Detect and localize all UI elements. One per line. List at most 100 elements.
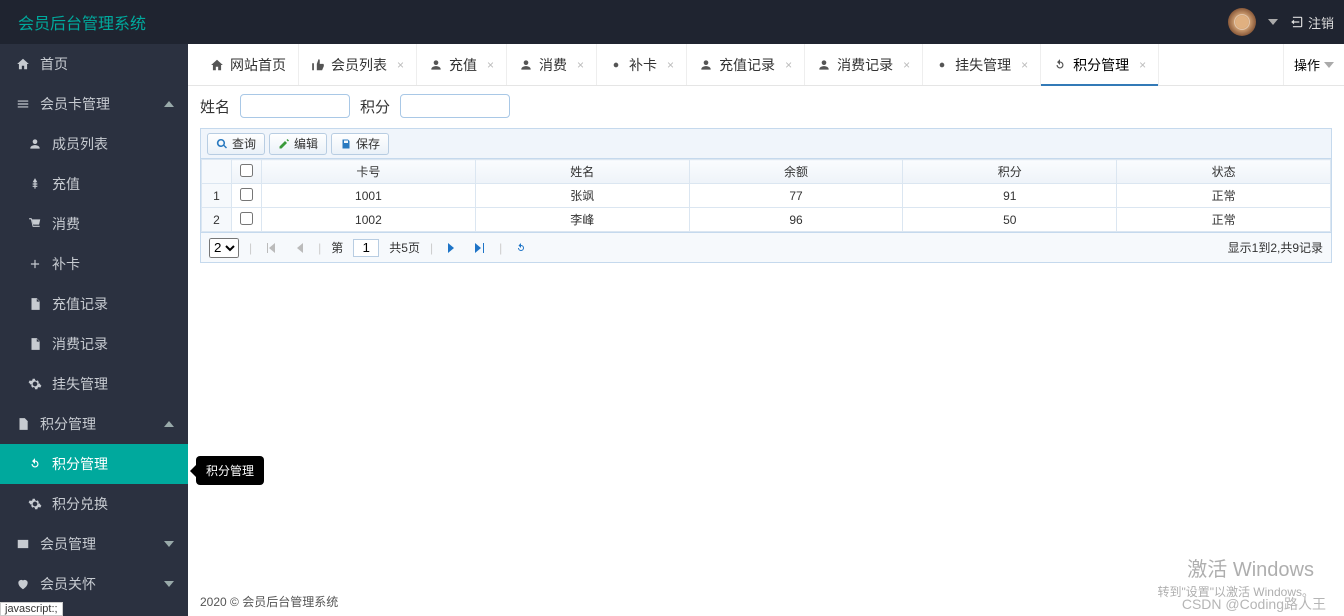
list-icon xyxy=(16,97,30,111)
doc-icon xyxy=(16,417,30,431)
edit-button[interactable]: 编辑 xyxy=(269,133,327,155)
tab-recharge-label: 充值 xyxy=(449,55,477,75)
cell-rownum: 2 xyxy=(202,208,232,232)
logout-button[interactable]: 注销 xyxy=(1290,13,1334,32)
table-row[interactable]: 2 1002 李峰 96 50 正常 xyxy=(202,208,1331,232)
tab-home[interactable]: 网站首页 xyxy=(198,44,299,85)
tab-recharge[interactable]: 充值 × xyxy=(417,44,507,85)
col-status[interactable]: 状态 xyxy=(1117,160,1331,184)
query-label: 查询 xyxy=(232,135,256,152)
sidebar-loss-label: 挂失管理 xyxy=(52,374,108,394)
pager-prev[interactable] xyxy=(290,239,308,257)
pager-refresh[interactable] xyxy=(512,239,530,257)
chevron-down-icon xyxy=(164,541,174,547)
query-button[interactable]: 查询 xyxy=(207,133,265,155)
tab-recharge-log-label: 充值记录 xyxy=(719,55,775,75)
avatar[interactable] xyxy=(1228,8,1256,36)
tab-replace[interactable]: 补卡× xyxy=(597,44,687,85)
tab-members[interactable]: 会员列表× xyxy=(299,44,417,85)
refresh-icon xyxy=(1053,58,1067,72)
sidebar-home[interactable]: 首页 xyxy=(0,44,188,84)
save-button[interactable]: 保存 xyxy=(331,133,389,155)
close-icon[interactable]: × xyxy=(577,58,584,72)
filter-points-input[interactable] xyxy=(400,94,510,118)
sidebar-replace-label: 补卡 xyxy=(52,254,80,274)
close-icon[interactable]: × xyxy=(487,58,494,72)
tab-recharge-log[interactable]: 充值记录 × xyxy=(687,44,805,85)
chevron-down-icon xyxy=(164,581,174,587)
users-icon xyxy=(28,137,42,151)
close-icon[interactable]: × xyxy=(1139,58,1146,72)
sidebar-consume-log-label: 消费记录 xyxy=(52,334,108,354)
gear-icon xyxy=(28,497,42,511)
pager-next[interactable] xyxy=(443,239,461,257)
close-icon[interactable]: × xyxy=(667,58,674,72)
user-icon xyxy=(429,58,443,72)
logout-label: 注销 xyxy=(1308,13,1334,32)
sidebar-points-exchange[interactable]: 积分兑换 xyxy=(0,484,188,524)
sidebar-points-group[interactable]: 积分管理 xyxy=(0,404,188,444)
row-checkbox[interactable] xyxy=(240,188,253,201)
sidebar-card-group[interactable]: 会员卡管理 xyxy=(0,84,188,124)
filter-points-label: 积分 xyxy=(360,96,390,117)
chevron-up-icon xyxy=(164,101,174,107)
col-name[interactable]: 姓名 xyxy=(475,160,689,184)
sidebar-consume[interactable]: 消费 xyxy=(0,204,188,244)
table-row[interactable]: 1 1001 张飒 77 91 正常 xyxy=(202,184,1331,208)
cell-status: 正常 xyxy=(1117,184,1331,208)
table-header-row: 卡号 姓名 余额 积分 状态 xyxy=(202,160,1331,184)
sidebar-members-label: 成员列表 xyxy=(52,134,108,154)
thumb-icon xyxy=(311,58,325,72)
sidebar-points-mgmt[interactable]: 积分管理 xyxy=(0,444,188,484)
sidebar-member-mgmt[interactable]: 会员管理 xyxy=(0,524,188,564)
col-card[interactable]: 卡号 xyxy=(262,160,476,184)
tab-bar: 网站首页 会员列表× 充值 × 消费× 补卡× 充值记录 × 消费记录× 挂失管理 ×… xyxy=(188,44,1344,86)
sidebar-recharge-log[interactable]: 充值记录 xyxy=(0,284,188,324)
caret-down-icon[interactable] xyxy=(1268,19,1278,25)
save-label: 保存 xyxy=(356,135,380,152)
close-icon[interactable]: × xyxy=(397,58,404,72)
sidebar-points-exchange-label: 积分兑换 xyxy=(52,494,108,514)
tab-consume[interactable]: 消费× xyxy=(507,44,597,85)
sidebar: 首页 会员卡管理 成员列表 充值 消费 补卡 充值记录 消费记录 挂失管理 积分… xyxy=(0,44,188,616)
page-size-select[interactable]: 2 xyxy=(209,238,239,258)
refresh-icon xyxy=(515,242,527,254)
tab-loss[interactable]: 挂失管理 × xyxy=(923,44,1041,85)
toolbar: 查询 编辑 保存 xyxy=(200,128,1332,158)
pager-last[interactable] xyxy=(471,239,489,257)
sidebar-members[interactable]: 成员列表 xyxy=(0,124,188,164)
close-icon[interactable]: × xyxy=(903,58,910,72)
row-checkbox[interactable] xyxy=(240,212,253,225)
home-icon xyxy=(16,57,30,71)
tab-consume-log[interactable]: 消费记录× xyxy=(805,44,923,85)
brand-title: 会员后台管理系统 xyxy=(18,10,146,34)
select-all-checkbox[interactable] xyxy=(240,164,253,177)
tab-points[interactable]: 积分管理× xyxy=(1041,44,1159,85)
close-icon[interactable]: × xyxy=(1021,58,1028,72)
windows-watermark-1: 激活 Windows xyxy=(1187,553,1314,582)
top-bar-right: 注销 xyxy=(1228,8,1334,36)
sidebar-replace[interactable]: 补卡 xyxy=(0,244,188,284)
tab-loss-label: 挂失管理 xyxy=(955,55,1011,75)
sidebar-points-group-label: 积分管理 xyxy=(40,414,96,434)
sidebar-home-label: 首页 xyxy=(40,54,68,74)
cell-status: 正常 xyxy=(1117,208,1331,232)
page-input[interactable] xyxy=(353,239,379,257)
pager-first[interactable] xyxy=(262,239,280,257)
file-icon xyxy=(28,297,42,311)
cell-rownum: 1 xyxy=(202,184,232,208)
col-points[interactable]: 积分 xyxy=(903,160,1117,184)
data-grid: 卡号 姓名 余额 积分 状态 1 1001 张飒 77 91 xyxy=(200,158,1332,233)
total-pages: 共5页 xyxy=(389,239,420,256)
sidebar-recharge[interactable]: 充值 xyxy=(0,164,188,204)
tab-operations[interactable]: 操作 xyxy=(1283,44,1344,85)
filter-name-input[interactable] xyxy=(240,94,350,118)
tab-home-label: 网站首页 xyxy=(230,55,286,75)
col-balance[interactable]: 余额 xyxy=(689,160,903,184)
close-icon[interactable]: × xyxy=(785,58,792,72)
sidebar-loss[interactable]: 挂失管理 xyxy=(0,364,188,404)
sidebar-care[interactable]: 会员关怀 xyxy=(0,564,188,604)
gear-icon xyxy=(609,58,623,72)
sidebar-consume-log[interactable]: 消费记录 xyxy=(0,324,188,364)
heart-icon xyxy=(16,577,30,591)
